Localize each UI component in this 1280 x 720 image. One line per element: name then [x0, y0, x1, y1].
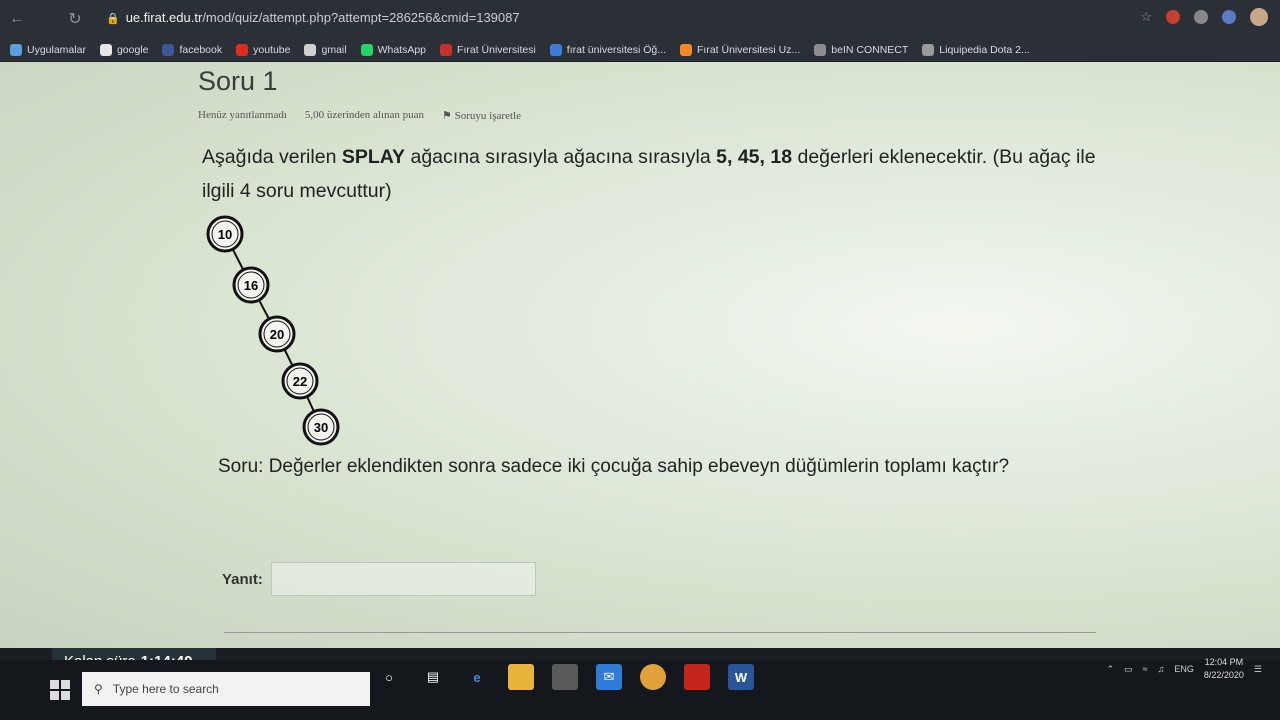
bookmark-icon — [304, 43, 317, 56]
profile-avatar[interactable] — [1250, 8, 1268, 26]
tree-node-label: 16 — [244, 278, 258, 293]
tree-node-label: 10 — [218, 227, 232, 242]
acrobat-icon[interactable] — [684, 664, 710, 690]
task-view-icon[interactable]: ▤ — [420, 664, 446, 690]
lock-icon: 🔒 — [106, 13, 120, 25]
tree-node: 30 — [302, 408, 340, 446]
question-points: 5,00 üzerinden alınan puan — [304, 109, 425, 121]
question-title: Soru 1 — [198, 66, 278, 96]
star-icon[interactable]: ☆ — [1140, 9, 1152, 25]
bookmark-icon — [162, 43, 175, 56]
flag-question-link[interactable]: ⚑ Soruyu işaretle — [442, 109, 521, 122]
bookmark-item[interactable]: Fırat Üniversitesi Uz... — [680, 43, 800, 56]
volume-icon[interactable]: ♫ — [1158, 664, 1165, 674]
tree-node-label: 22 — [293, 374, 307, 389]
tree-node-label: 20 — [270, 327, 284, 342]
edge-icon[interactable]: e — [464, 664, 490, 690]
search-icon: ⚲ — [94, 682, 103, 696]
tree-node-label: 30 — [314, 420, 328, 435]
browser-actions: ☆ — [1140, 8, 1268, 26]
bookmark-item[interactable]: beIN CONNECT — [814, 43, 908, 56]
bookmark-icon — [922, 43, 935, 56]
tree-node: 22 — [281, 362, 319, 400]
quiz-page: Soru 1 Henüz yanıtlanmadı 5,00 üzerinden… — [0, 62, 1280, 674]
notification-icon[interactable]: ☰ — [1254, 664, 1262, 675]
reload-icon[interactable]: ↻ — [60, 4, 90, 34]
divider — [224, 632, 1096, 633]
tree-node: 16 — [232, 266, 270, 304]
bookmarks-bar: Uygulamalar google facebook youtube gmail Wha… — [0, 38, 1280, 62]
file-explorer-icon[interactable] — [508, 664, 534, 690]
cortana-icon[interactable]: ○ — [376, 664, 402, 690]
bookmark-icon — [814, 43, 827, 56]
bookmark-item[interactable]: Uygulamalar — [10, 43, 86, 56]
battery-icon[interactable]: ▭ — [1124, 664, 1133, 675]
extension-icon[interactable] — [1166, 10, 1180, 24]
back-icon[interactable]: ← — [2, 4, 32, 34]
address-bar[interactable]: 🔒 ue.firat.edu.tr/mod/quiz/attempt.php?at… — [106, 10, 520, 25]
question-info: Henüz yanıtlanmadı 5,00 üzerinden alınan… — [198, 109, 1098, 122]
tree-node: 20 — [258, 315, 296, 353]
extension-icon[interactable] — [1222, 10, 1236, 24]
question-status: Henüz yanıtlanmadı — [198, 109, 287, 121]
bookmark-item[interactable]: Fırat Üniversitesi — [440, 43, 536, 56]
bookmark-icon — [549, 43, 562, 56]
bookmark-item[interactable]: WhatsApp — [360, 43, 426, 56]
taskbar-apps: ○ ▤ e ✉ W — [376, 664, 754, 690]
bookmark-icon — [680, 43, 692, 56]
taskbar-search[interactable]: ⚲ Type here to search — [82, 672, 370, 706]
windows-start-icon[interactable] — [50, 680, 70, 700]
clock[interactable]: 12:04 PM 8/22/2020 — [1204, 656, 1244, 682]
question-prompt: Soru: Değerler eklendikten sonra sadece … — [218, 456, 1010, 477]
bookmark-icon — [440, 43, 453, 56]
answer-input[interactable] — [270, 562, 536, 596]
windows-taskbar: ⚲ Type here to search ○ ▤ e ✉ W ⌃ ▭ ≈ ♫ … — [0, 657, 1280, 720]
question-text: Aşağıda verilen SPLAY ağacına sırasıyla … — [202, 146, 1096, 202]
splay-tree-diagram: 10 16 20 22 30 — [206, 215, 340, 446]
mail-icon[interactable]: ✉ — [596, 664, 622, 690]
bookmark-icon — [360, 43, 373, 56]
tree-node: 10 — [206, 215, 244, 253]
question-container: Soru 1 Henüz yanıtlanmadı 5,00 üzerinden… — [198, 62, 1098, 208]
answer-label: Yanıt: — [222, 570, 263, 588]
system-tray: ⌃ ▭ ≈ ♫ ENG 12:04 PM 8/22/2020 ☰ — [1107, 656, 1262, 682]
language-indicator[interactable]: ENG — [1174, 664, 1194, 674]
wifi-icon[interactable]: ≈ — [1143, 664, 1148, 674]
word-icon[interactable]: W — [728, 664, 754, 690]
tray-chevron-icon[interactable]: ⌃ — [1107, 664, 1115, 675]
bookmark-item[interactable]: google — [99, 43, 148, 56]
bookmark-icon — [10, 43, 22, 56]
flag-icon: ⚑ — [442, 110, 455, 122]
extension-icon[interactable] — [1194, 10, 1208, 24]
browser-toolbar: ← ↻ 🔒 ue.firat.edu.tr/mod/quiz/attempt.ph… — [0, 0, 1280, 38]
answer-row: Yanıt: — [222, 562, 536, 596]
bookmark-icon — [236, 43, 249, 56]
bookmark-item[interactable]: youtube — [236, 43, 290, 56]
bookmark-item[interactable]: Liquipedia Dota 2... — [922, 43, 1030, 56]
bookmark-item[interactable]: gmail — [304, 43, 347, 56]
bookmark-item[interactable]: fırat üniversitesi Öğ... — [549, 43, 666, 56]
chrome-icon[interactable] — [640, 664, 666, 690]
store-icon[interactable] — [552, 664, 578, 690]
bookmark-icon — [99, 43, 112, 56]
bookmark-item[interactable]: facebook — [162, 43, 222, 56]
